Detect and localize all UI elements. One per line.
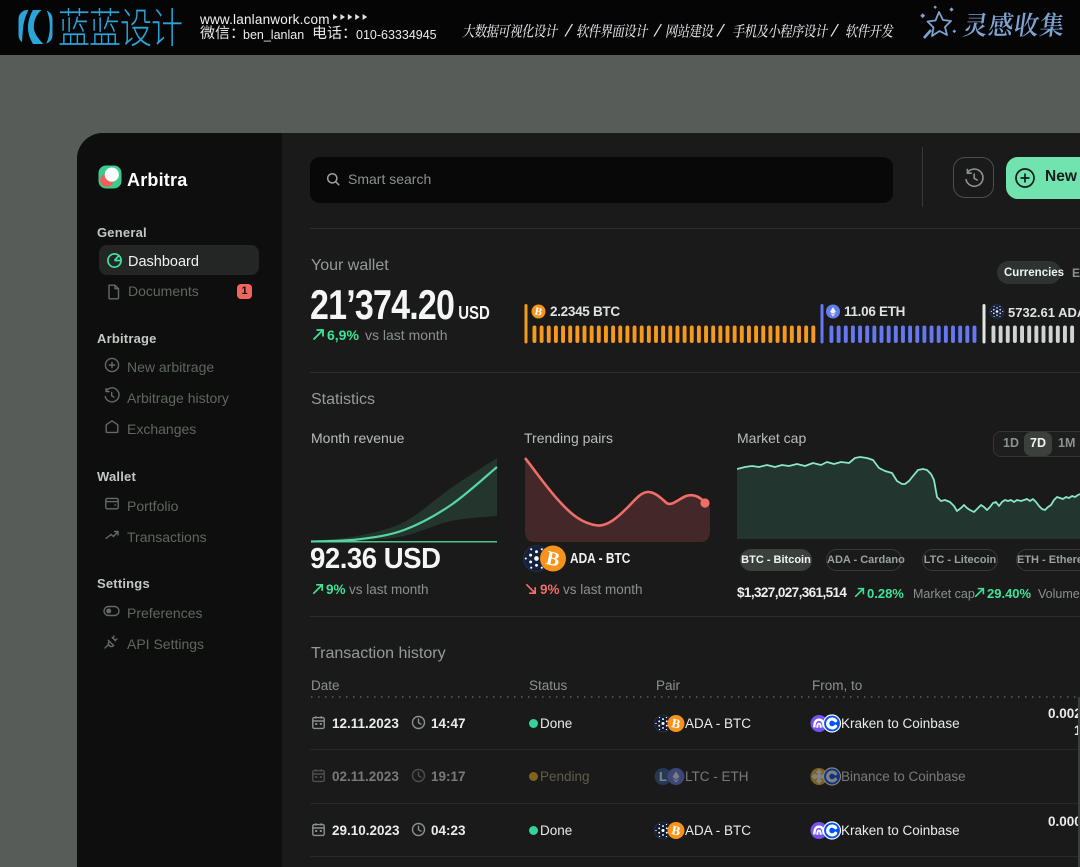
svg-text:L: L (659, 769, 667, 784)
